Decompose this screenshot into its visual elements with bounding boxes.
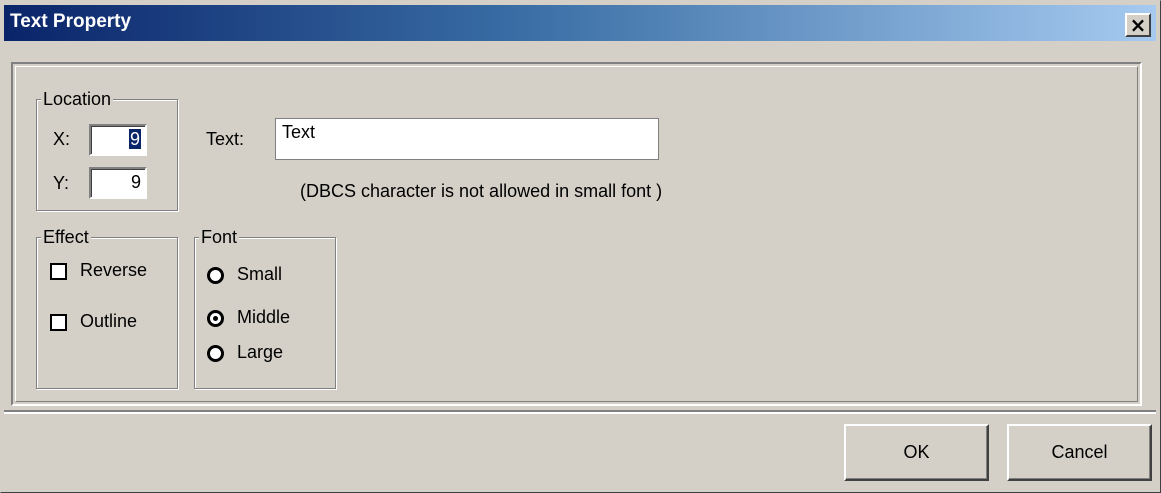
radio-selected-dot [213, 316, 218, 321]
outline-checkbox[interactable] [50, 314, 67, 331]
x-value: 9 [128, 129, 141, 149]
middle-label[interactable]: Middle [237, 307, 290, 328]
close-button[interactable]: × [1125, 13, 1151, 37]
text-value: Text [282, 122, 316, 142]
text-input[interactable]: Text [275, 118, 659, 160]
large-radio[interactable] [207, 345, 224, 362]
location-legend: Location [41, 89, 114, 110]
outline-label[interactable]: Outline [80, 311, 137, 332]
y-label: Y: [53, 173, 70, 193]
x-input[interactable]: 9 [89, 124, 147, 156]
y-input[interactable]: 9 [89, 167, 147, 199]
ok-button[interactable]: OK [844, 424, 989, 481]
reverse-label[interactable]: Reverse [80, 260, 147, 281]
text-label: Text: [206, 129, 245, 149]
large-label[interactable]: Large [237, 342, 283, 363]
reverse-checkbox[interactable] [50, 263, 67, 280]
main-panel-inner [15, 66, 1138, 402]
cancel-button[interactable]: Cancel [1007, 424, 1152, 481]
close-icon: × [1129, 13, 1147, 37]
cancel-label: Cancel [1051, 442, 1108, 462]
text-property-dialog: Text Property × Location X: 9 Y: 9 Text:… [0, 0, 1161, 493]
window-title: Text Property [10, 11, 132, 32]
dbcs-note: (DBCS character is not allowed in small … [300, 181, 663, 201]
separator [4, 410, 1156, 414]
x-label: X: [53, 129, 71, 149]
middle-radio[interactable] [207, 310, 224, 327]
small-radio[interactable] [207, 267, 224, 284]
title-bar[interactable]: Text Property [4, 5, 1156, 41]
main-panel [11, 62, 1142, 406]
font-legend: Font [199, 227, 240, 248]
small-label[interactable]: Small [237, 264, 282, 285]
effect-legend: Effect [41, 227, 91, 248]
ok-label: OK [903, 442, 930, 462]
y-value: 9 [130, 172, 141, 192]
